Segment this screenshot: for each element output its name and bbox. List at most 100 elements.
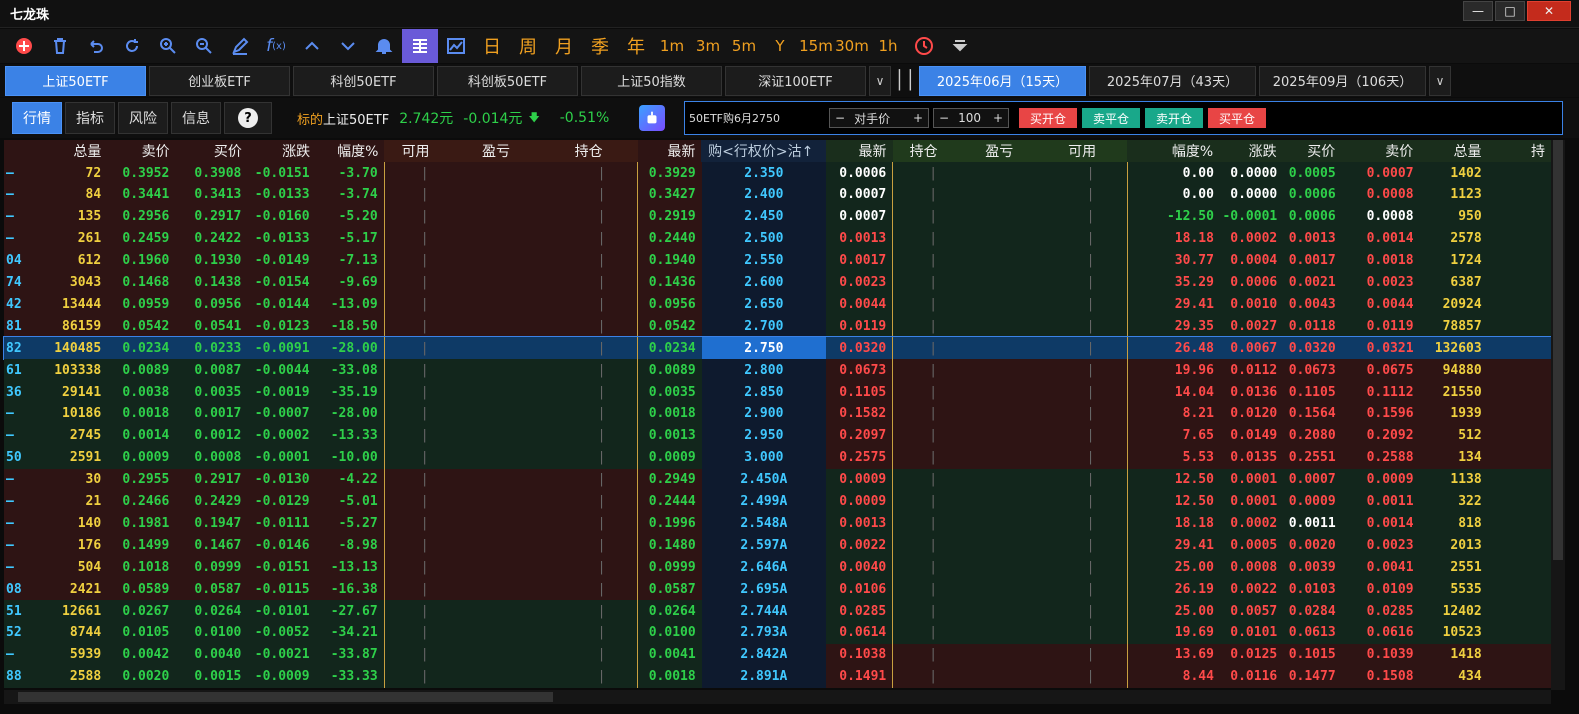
table-row[interactable]: 82 140485 0.0234 0.0233 -0.0091 -28.00 | | 0.023… bbox=[3, 336, 1552, 361]
tab-underlying-kcb50etf[interactable]: 科创板50ETF bbox=[437, 65, 578, 96]
table-row[interactable]: 08 2421 0.0589 0.0587 -0.0115 -16.38 | | 0.0587 2… bbox=[4, 578, 1551, 601]
undo-icon[interactable] bbox=[78, 29, 114, 63]
table-row[interactable]: —2745 0.0014 0.0012 -0.0002 -13.33 | | 0.0013 2.… bbox=[4, 424, 1551, 447]
col-put-available[interactable]: 可用 bbox=[1043, 140, 1127, 162]
period-quarter[interactable]: 季 bbox=[582, 29, 618, 63]
table-row[interactable]: —21 0.2466 0.2429 -0.0129 -5.01 | | 0.2444 2.499… bbox=[4, 490, 1551, 513]
tab-underlying-sz100etf[interactable]: 深证100ETF bbox=[725, 65, 866, 96]
table-row[interactable]: 51 12661 0.0267 0.0264 -0.0101 -27.67 | | 0.0264… bbox=[4, 600, 1551, 622]
buy-close-button[interactable]: 买平仓 bbox=[1208, 108, 1266, 128]
minimize-button[interactable]: — bbox=[1463, 1, 1493, 21]
col-call-last[interactable]: 最新 bbox=[637, 140, 702, 162]
clock-icon[interactable] bbox=[906, 29, 942, 63]
col-strike[interactable]: 购<行权价>沽↑ bbox=[701, 140, 827, 162]
col-call-change[interactable]: 涨跌 bbox=[247, 140, 317, 162]
buy-open-button[interactable]: 买开仓 bbox=[1019, 108, 1077, 128]
period-day[interactable]: 日 bbox=[474, 29, 510, 63]
tab-underlying-sz50etf[interactable]: 上证50ETF bbox=[5, 65, 146, 96]
add-icon[interactable] bbox=[6, 29, 42, 63]
table-row[interactable]: —261 0.2459 0.2422 -0.0133 -5.17 | | 0.2440 2.50… bbox=[4, 227, 1551, 250]
col-put-pct[interactable]: 幅度% bbox=[1126, 140, 1220, 162]
price-type-stepper[interactable]: − 对手价 + bbox=[829, 108, 929, 128]
dropdown-icon[interactable] bbox=[942, 29, 978, 63]
tab-underlying-kc50etf[interactable]: 科创50ETF bbox=[293, 65, 434, 96]
tab-quotes[interactable]: 行情 bbox=[12, 102, 62, 134]
table-row[interactable]: —72 0.3952 0.3908 -0.0151 -3.70 | | 0.3929 2.350… bbox=[4, 162, 1551, 184]
table-row[interactable]: 36 29141 0.0038 0.0035 -0.0019 -35.19 | | 0.0035… bbox=[4, 381, 1551, 403]
plus-icon[interactable]: + bbox=[988, 111, 1008, 125]
interval-15m[interactable]: 15m bbox=[798, 29, 834, 63]
sell-open-button[interactable]: 卖开仓 bbox=[1145, 108, 1203, 128]
table-row[interactable]: 61 103338 0.0089 0.0087 -0.0044 -33.08 | | 0.008… bbox=[4, 359, 1551, 382]
sell-close-button[interactable]: 卖平仓 bbox=[1082, 108, 1140, 128]
col-put-volume[interactable]: 总量 bbox=[1419, 140, 1488, 162]
table-row[interactable]: 42 13444 0.0959 0.0956 -0.0144 -13.09 | | 0.0956… bbox=[4, 293, 1551, 316]
tab-underlying-cybetf[interactable]: 创业板ETF bbox=[149, 65, 290, 96]
chart-view-icon[interactable] bbox=[438, 29, 474, 63]
tab-info[interactable]: 信息 bbox=[171, 102, 221, 134]
more-months-icon[interactable]: ∨ bbox=[1429, 65, 1451, 96]
header-spacer[interactable] bbox=[4, 140, 24, 162]
table-row[interactable]: 04 612 0.1960 0.1930 -0.0149 -7.13 | | 0.1940 2.5… bbox=[4, 249, 1551, 272]
table-row[interactable]: —140 0.1981 0.1947 -0.0111 -5.27 | | 0.1996 2.54… bbox=[4, 512, 1551, 535]
interval-y[interactable]: Y bbox=[762, 29, 798, 63]
robot-icon[interactable] bbox=[639, 105, 666, 131]
trash-icon[interactable] bbox=[42, 29, 78, 63]
table-view-icon[interactable] bbox=[402, 29, 438, 63]
formula-icon[interactable]: f (x) bbox=[258, 29, 294, 63]
bell-icon[interactable] bbox=[366, 29, 402, 63]
col-put-position[interactable]: 持仓 bbox=[892, 140, 961, 162]
tab-month-06[interactable]: 2025年06月（15天） bbox=[919, 65, 1086, 96]
table-row[interactable]: 74 3043 0.1468 0.1438 -0.0154 -9.69 | | 0.1436 2.… bbox=[4, 271, 1551, 294]
col-call-volume[interactable]: 总量 bbox=[23, 140, 108, 162]
horizontal-scroll-thumb[interactable] bbox=[18, 692, 553, 702]
tab-risk[interactable]: 风险 bbox=[118, 102, 168, 134]
more-underlyings-icon[interactable]: ∨ bbox=[869, 65, 891, 96]
chevron-up-icon[interactable] bbox=[294, 29, 330, 63]
help-button[interactable]: ? bbox=[224, 102, 272, 134]
col-put-position-cut[interactable]: 持 bbox=[1487, 140, 1551, 162]
period-month[interactable]: 月 bbox=[546, 29, 582, 63]
interval-3m[interactable]: 3m bbox=[690, 29, 726, 63]
zoom-in-icon[interactable] bbox=[150, 29, 186, 63]
table-row[interactable]: 88 2588 0.0020 0.0015 -0.0009 -33.33 | | 0.0018 2… bbox=[4, 665, 1551, 688]
col-put-last[interactable]: 最新 bbox=[826, 140, 893, 162]
zoom-out-icon[interactable] bbox=[186, 29, 222, 63]
col-put-bid[interactable]: 买价 bbox=[1282, 140, 1342, 162]
col-put-ask[interactable]: 卖价 bbox=[1341, 140, 1420, 162]
table-row[interactable]: 52 8744 0.0105 0.0100 -0.0052 -34.21 | | 0.0100 2… bbox=[4, 621, 1551, 644]
pen-icon[interactable] bbox=[222, 29, 258, 63]
table-row[interactable]: —5939 0.0042 0.0040 -0.0021 -33.87 | | 0.0041 2.… bbox=[4, 643, 1551, 666]
tab-month-07[interactable]: 2025年07月（43天） bbox=[1089, 65, 1256, 96]
table-row[interactable]: 81 86159 0.0542 0.0541 -0.0123 -18.50 | | 0.0542… bbox=[4, 315, 1551, 338]
maximize-button[interactable]: □ bbox=[1495, 1, 1525, 21]
tab-underlying-sz50index[interactable]: 上证50指数 bbox=[581, 65, 722, 96]
vertical-scrollbar[interactable] bbox=[1551, 140, 1565, 690]
interval-1m[interactable]: 1m bbox=[654, 29, 690, 63]
table-row[interactable]: —10186 0.0018 0.0017 -0.0007 -28.00 | | 0.0018 2… bbox=[4, 402, 1551, 425]
minus-icon[interactable]: − bbox=[934, 111, 954, 125]
col-call-bid[interactable]: 买价 bbox=[175, 140, 248, 162]
col-call-position[interactable]: 持仓 bbox=[545, 140, 638, 162]
table-row[interactable]: —30 0.2955 0.2917 -0.0130 -4.22 | | 0.2949 2.450… bbox=[4, 468, 1551, 491]
col-call-pnl[interactable]: 盈亏 bbox=[452, 140, 546, 162]
table-row[interactable]: —176 0.1499 0.1467 -0.0146 -8.98 | | 0.1480 2.59… bbox=[4, 534, 1551, 557]
quantity-stepper[interactable]: − 100 + bbox=[933, 108, 1009, 128]
horizontal-scrollbar[interactable] bbox=[4, 690, 1551, 704]
close-button[interactable]: ✕ bbox=[1527, 1, 1571, 21]
table-row[interactable]: —84 0.3441 0.3413 -0.0133 -3.74 | | 0.3427 2.400… bbox=[4, 183, 1551, 206]
tab-month-09[interactable]: 2025年09月（106天） bbox=[1259, 65, 1426, 96]
table-row[interactable]: 50 2591 0.0009 0.0008 -0.0001 -10.00 | | 0.0009 3… bbox=[4, 446, 1551, 469]
refresh-icon[interactable] bbox=[114, 29, 150, 63]
table-row[interactable]: —135 0.2956 0.2917 -0.0160 -5.20 | | 0.2919 2.45… bbox=[4, 205, 1551, 228]
vertical-scroll-thumb[interactable] bbox=[1553, 140, 1563, 560]
interval-30m[interactable]: 30m bbox=[834, 29, 870, 63]
chevron-down-icon[interactable] bbox=[330, 29, 366, 63]
plus-icon[interactable]: + bbox=[908, 111, 928, 125]
table-row[interactable]: —504 0.1018 0.0999 -0.0151 -13.13 | | 0.0999 2.6… bbox=[4, 556, 1551, 579]
period-week[interactable]: 周 bbox=[510, 29, 546, 63]
period-year[interactable]: 年 bbox=[618, 29, 654, 63]
tab-indicators[interactable]: 指标 bbox=[65, 102, 115, 134]
minus-icon[interactable]: − bbox=[830, 111, 850, 125]
col-put-pnl[interactable]: 盈亏 bbox=[960, 140, 1044, 162]
